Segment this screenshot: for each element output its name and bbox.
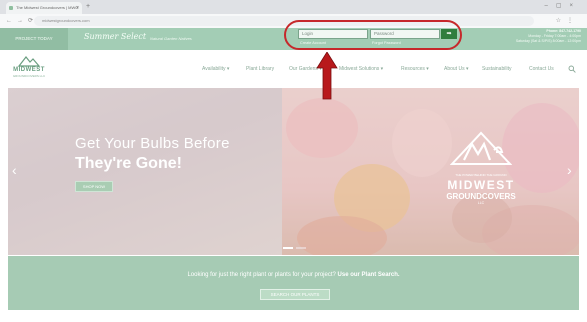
close-tab-icon[interactable]: × xyxy=(76,2,79,14)
search-icon[interactable] xyxy=(568,65,576,73)
brand-tagline: THE POWER BEHIND THE GROUND xyxy=(455,173,507,177)
address-bar: ←→⟳ midwestgroundcovers.com ☆⋮ xyxy=(0,14,587,29)
hero-headline: Get Your Bulbs Before xyxy=(75,135,230,152)
brand-llc: LLC xyxy=(477,201,485,205)
plant-search-band: Looking for just the right plant or plan… xyxy=(8,256,579,310)
brand-subname: GROUNDCOVERS xyxy=(446,192,516,201)
shop-now-label: SHOP NOW xyxy=(82,184,106,189)
plant-search-text: Looking for just the right plant or plan… xyxy=(187,272,336,278)
contact-info: Phone: 847-742-1790 Monday - Friday 7:00… xyxy=(516,29,581,44)
summer-select-logo[interactable]: Summer Select xyxy=(84,32,146,41)
window-controls[interactable]: –▢× xyxy=(544,2,581,9)
nav-about-us[interactable]: About Us ▾ xyxy=(444,66,468,72)
nav-contact-us[interactable]: Contact Us xyxy=(529,66,554,72)
url-input[interactable]: midwestgroundcovers.com xyxy=(34,16,534,26)
plant-search-bold: Use our Plant Search. xyxy=(337,272,400,278)
page-bottom-edge xyxy=(0,312,587,322)
project-today-link[interactable]: PROJECT TODAY xyxy=(0,28,68,50)
arrow-right-icon: ➡ xyxy=(446,31,452,37)
nav-midwest-solutions[interactable]: Midwest Solutions ▾ xyxy=(339,66,383,72)
slider-pagination xyxy=(283,236,309,254)
mountain-logo-icon xyxy=(18,56,40,67)
browser-tab-bar: The Midwest Groundcovers | MWG × + –▢× xyxy=(0,0,587,14)
midwest-groundcovers-brand: THE POWER BEHIND THE GROUND MIDWEST GROU… xyxy=(426,130,536,218)
midwest-logo[interactable]: MIDWEST GROUNDCOVERS LLC xyxy=(8,55,50,83)
password-placeholder: Password xyxy=(374,31,394,36)
forgot-password-link[interactable]: Forgot Password xyxy=(372,41,401,45)
project-today-label: PROJECT TODAY xyxy=(15,36,53,41)
hero-slider: ‹ › Get Your Bulbs Before They're Gone! … xyxy=(8,88,579,255)
password-field[interactable]: Password xyxy=(370,29,440,39)
browser-tab-title: The Midwest Groundcovers | MWG xyxy=(16,5,79,10)
natives-tagline[interactable]: Natural Garden Natives xyxy=(150,36,192,41)
search-our-plants-label: SEARCH OUR PLANTS xyxy=(270,292,320,297)
plant-search-prompt: Looking for just the right plant or plan… xyxy=(8,272,579,278)
nav-resources[interactable]: Resources ▾ xyxy=(401,66,429,72)
nav-plant-library[interactable]: Plant Library xyxy=(246,66,274,72)
browser-menu-icons[interactable]: ☆⋮ xyxy=(556,17,579,24)
site-header: MIDWEST GROUNDCOVERS LLC Availability ▾ … xyxy=(0,50,587,87)
saturday-hours: Saturday (Sat & S/P/S) 8:00am - 12:00pm xyxy=(515,39,581,43)
slide-dot-2[interactable] xyxy=(296,247,306,249)
logo-subtitle: GROUNDCOVERS LLC xyxy=(12,74,46,78)
create-account-link[interactable]: Create Account xyxy=(300,41,326,45)
hero-headline-bold: They're Gone! xyxy=(75,155,182,172)
red-callout-arrow-icon xyxy=(316,52,338,100)
nav-availability[interactable]: Availability ▾ xyxy=(202,66,229,72)
slide-dot-1[interactable] xyxy=(283,247,293,249)
mg-monogram-icon xyxy=(449,131,513,165)
utility-bar: PROJECT TODAY Summer Select Natural Gard… xyxy=(0,28,587,50)
new-tab-icon[interactable]: + xyxy=(86,2,90,12)
brand-name: MIDWEST xyxy=(447,178,515,192)
login-submit-button[interactable]: ➡ xyxy=(441,29,457,39)
url-text: midwestgroundcovers.com xyxy=(42,18,90,23)
browser-tab[interactable]: The Midwest Groundcovers | MWG × xyxy=(6,2,82,14)
shop-now-button[interactable]: SHOP NOW xyxy=(75,181,113,192)
search-our-plants-button[interactable]: SEARCH OUR PLANTS xyxy=(260,289,330,300)
slider-prev-icon[interactable]: ‹ xyxy=(12,162,17,178)
logo-wordmark: MIDWEST xyxy=(13,67,45,73)
nav-sustainability[interactable]: Sustainability xyxy=(482,66,511,72)
slider-next-icon[interactable]: › xyxy=(567,162,572,178)
favicon-icon xyxy=(9,6,13,10)
login-placeholder: Login xyxy=(302,31,314,36)
login-field[interactable]: Login xyxy=(298,29,368,39)
